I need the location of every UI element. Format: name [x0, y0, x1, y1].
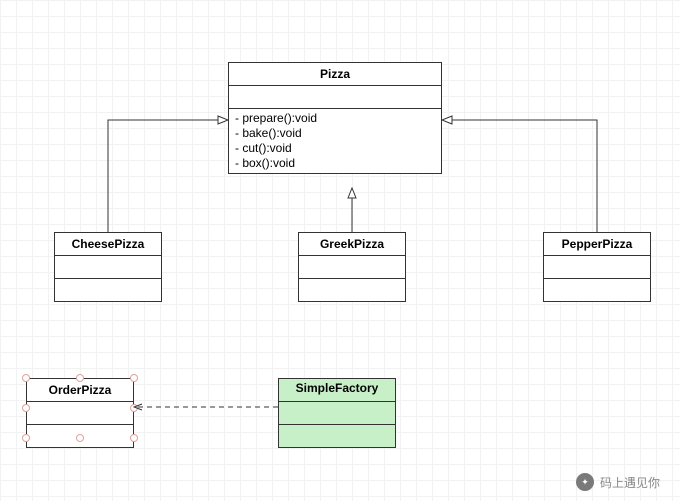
resize-handle-nw[interactable]	[22, 374, 30, 382]
methods-section	[299, 279, 405, 301]
methods-section	[544, 279, 650, 301]
methods-section	[55, 279, 161, 301]
resize-handle-sw[interactable]	[22, 434, 30, 442]
class-title: SimpleFactory	[279, 379, 395, 402]
attributes-section	[279, 402, 395, 425]
watermark-text: 码上遇见你	[600, 474, 660, 491]
resize-handle-s[interactable]	[76, 434, 84, 442]
class-simple-factory[interactable]: SimpleFactory	[278, 378, 396, 448]
attributes-section	[229, 86, 441, 109]
methods-section	[279, 425, 395, 447]
class-title: OrderPizza	[27, 379, 133, 402]
attributes-section	[55, 256, 161, 279]
class-title: CheesePizza	[55, 233, 161, 256]
class-cheese-pizza[interactable]: CheesePizza	[54, 232, 162, 302]
class-title: Pizza	[229, 63, 441, 86]
attributes-section	[27, 402, 133, 425]
wechat-icon: ✦	[576, 473, 594, 491]
class-greek-pizza[interactable]: GreekPizza	[298, 232, 406, 302]
resize-handle-ne[interactable]	[130, 374, 138, 382]
class-pepper-pizza[interactable]: PepperPizza	[543, 232, 651, 302]
resize-handle-e[interactable]	[130, 404, 138, 412]
resize-handle-w[interactable]	[22, 404, 30, 412]
attributes-section	[544, 256, 650, 279]
resize-handle-n[interactable]	[76, 374, 84, 382]
resize-handle-se[interactable]	[130, 434, 138, 442]
methods-section: - prepare():void - bake():void - cut():v…	[229, 109, 441, 173]
class-title: GreekPizza	[299, 233, 405, 256]
attributes-section	[299, 256, 405, 279]
class-title: PepperPizza	[544, 233, 650, 256]
class-pizza[interactable]: Pizza - prepare():void - bake():void - c…	[228, 62, 442, 174]
watermark: ✦ 码上遇见你	[576, 473, 660, 491]
